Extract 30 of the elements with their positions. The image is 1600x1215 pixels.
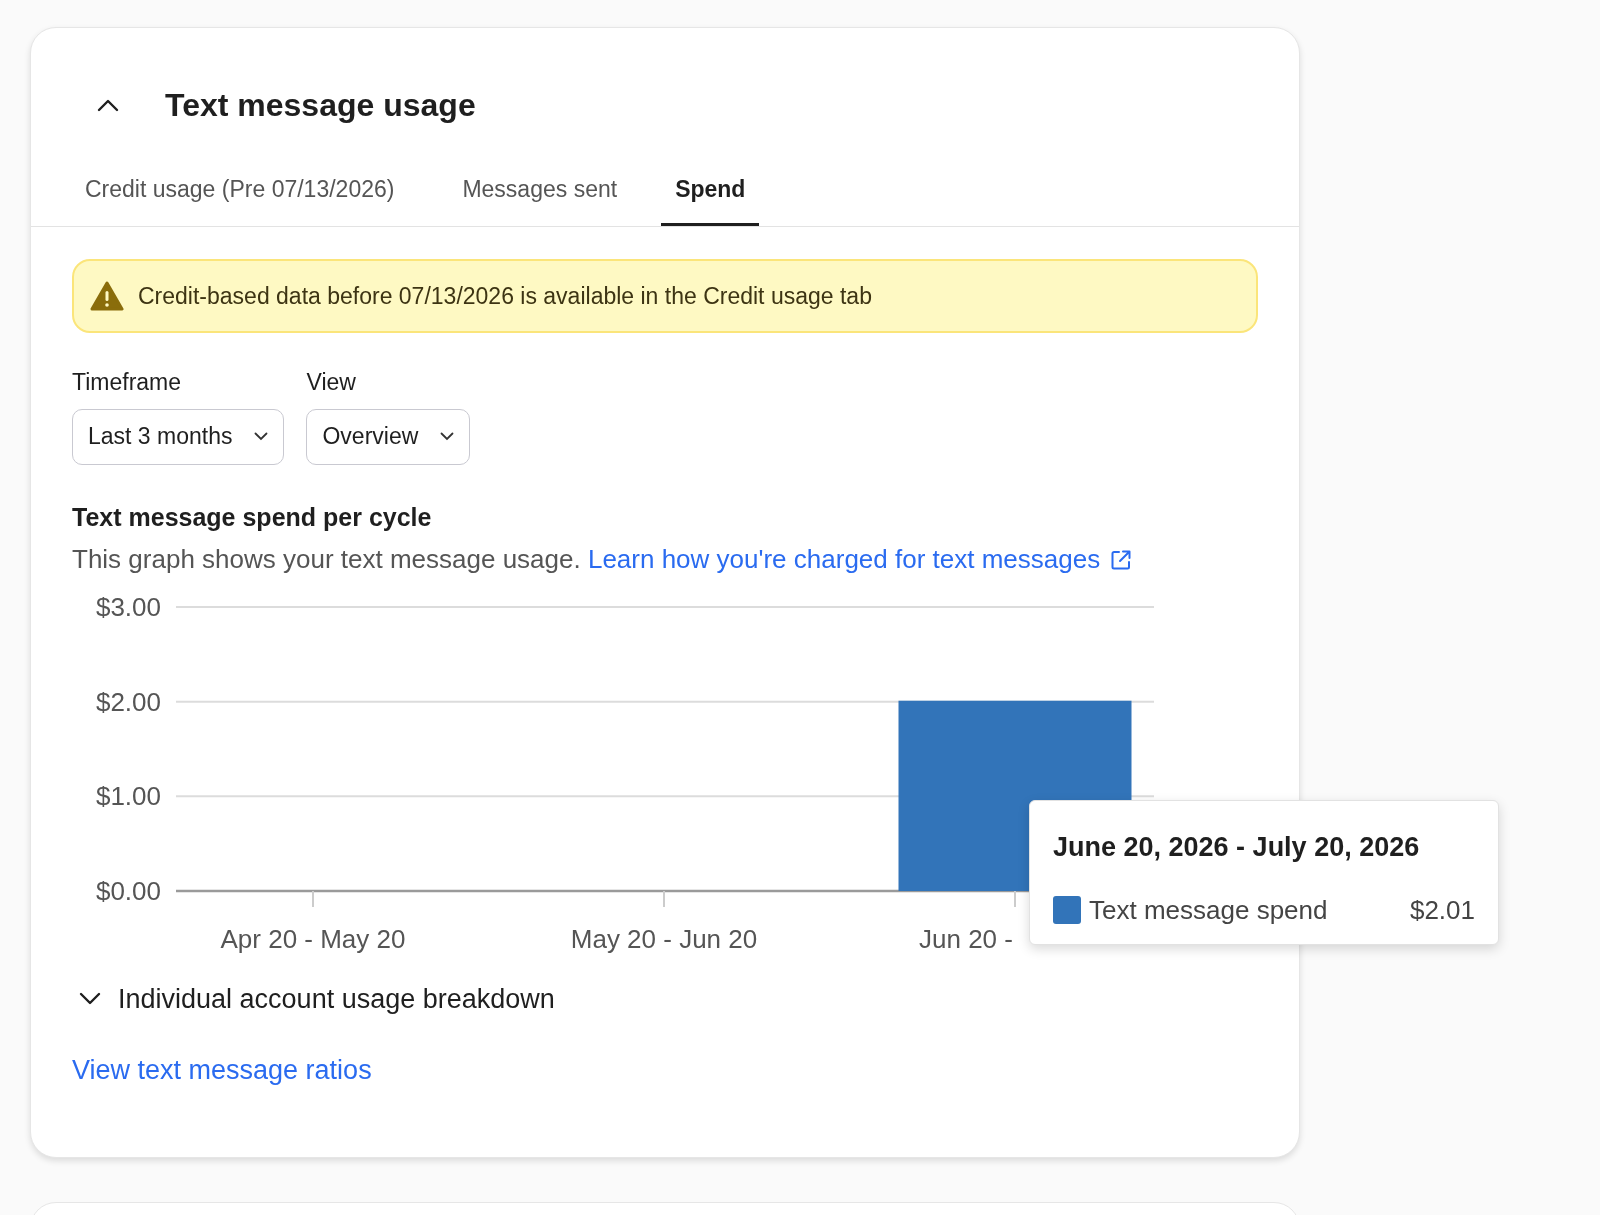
chevron-icon <box>97 98 119 112</box>
tab[interactable]: Messages sent <box>448 155 632 226</box>
external-link-icon <box>1110 548 1133 571</box>
chart-title: Text message spend per cycle <box>72 501 433 533</box>
filter-label: Timeframe <box>72 368 182 397</box>
tooltip-value: $2.01 <box>1409 893 1475 927</box>
x-axis-label: May 20 - Jun 20 <box>570 924 758 954</box>
dropdown[interactable]: Last 3 months <box>72 408 285 465</box>
tab[interactable]: Credit usage (Pre 07/13/2026) <box>71 155 409 226</box>
warning-icon <box>90 281 124 311</box>
help-link[interactable]: Learn how you're charged for text messages <box>587 540 1133 579</box>
tooltip-title: June 20, 2026 - July 20, 2026 <box>1053 831 1420 864</box>
x-axis-label: Jun 20 - <box>919 924 1013 954</box>
y-axis-label: $0.00 <box>95 876 161 906</box>
y-axis-label: $1.00 <box>95 781 161 812</box>
x-axis-label: Apr 20 - May 20 <box>220 924 406 954</box>
ratios-link[interactable]: View text message ratios <box>72 1049 372 1090</box>
y-axis-label: $2.00 <box>95 686 161 717</box>
dropdown[interactable]: Overview <box>306 408 471 465</box>
filter-label: View <box>306 368 356 397</box>
tab[interactable]: Spend <box>661 155 760 226</box>
panel-title: Text message usage <box>165 86 476 125</box>
caret-icon <box>254 432 269 441</box>
legend-label: Text message spend <box>1089 893 1328 927</box>
warning-text: Credit-based data before 07/13/2026 is available in the Credit usage tab <box>138 281 872 311</box>
breakdown-label: Individual account usage breakdown <box>118 983 555 1016</box>
y-axis-label: $3.00 <box>95 592 161 622</box>
chart-description: This graph shows your text message usage. Learn how you're charged for text messages <box>72 540 1258 579</box>
caret-icon <box>440 432 455 441</box>
chevron-icon <box>79 992 101 1007</box>
